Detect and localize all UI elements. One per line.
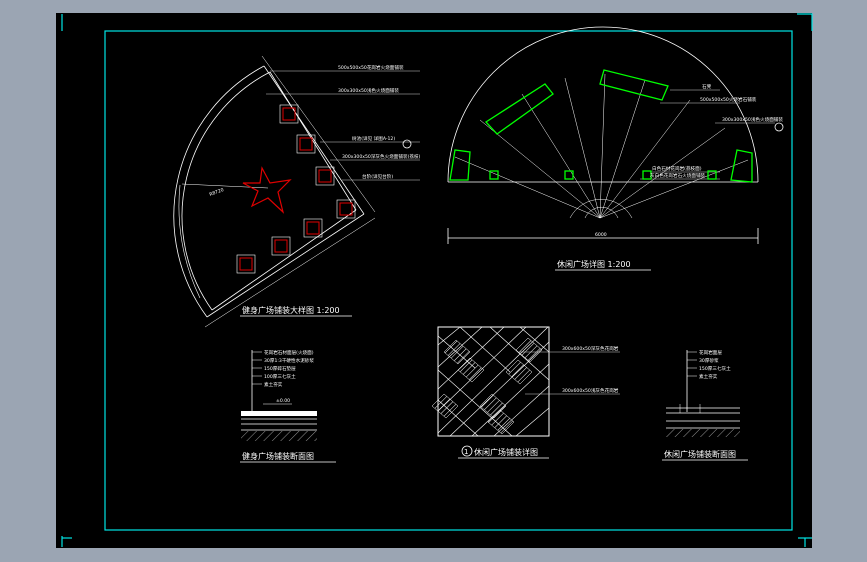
leisure-width-label: 6000 [595, 232, 607, 238]
leisure-label-5: 灰白色花岗岩石火烧面铺装 [650, 172, 706, 179]
leisure-label-3: 300x300x50浅色火烧面铺装 [722, 116, 783, 123]
leisure-section-layer-4: 素土夯实 [699, 373, 718, 380]
leisure-plan-title: 休闲广场详图 1:200 [557, 259, 631, 269]
fitness-label-1: 500x500x50花岗岩火烧面铺装 [338, 64, 404, 71]
fitness-label-4: 300x300x50深灰色火烧面铺装(荔枝) [342, 153, 421, 160]
leisure-section-layer-2: 30厚砂浆 [699, 357, 719, 364]
fitness-section-title: 健身广场铺装断面图 [242, 451, 314, 461]
fitness-section-layer-2: 30厚1:3干硬性水泥砂浆 [264, 357, 314, 364]
fitness-section-layer-5: 素土夯实 [264, 381, 283, 388]
drawing-sheet [56, 13, 812, 548]
fitness-section-level: ±0.00 [276, 398, 290, 404]
leisure-section-layer-1: 花岗岩面层 [699, 349, 722, 356]
fitness-section-layer-1: 花岗岩石材面层(火烧面) [264, 349, 314, 356]
leisure-paving-pattern [431, 326, 550, 437]
pattern-label-2: 300x600x50浅灰色花岗岩 [562, 387, 619, 394]
leisure-section-layer-3: 150厚三七灰土 [699, 365, 731, 372]
pattern-index-mark: 1 [464, 448, 468, 456]
fitness-section-layer-3: 150厚碎石垫层 [264, 365, 296, 372]
pattern-title: 休闲广场铺装详图 [474, 447, 538, 457]
leisure-label-2: 500x500x50火烧岩石铺装 [700, 96, 757, 103]
fitness-label-2: 300x300x50浅色火烧面铺装 [338, 87, 399, 94]
leisure-section-title: 休闲广场铺装断面图 [664, 449, 736, 459]
leisure-label-4: 白色石材花岗岩(荔枝面) [652, 165, 702, 172]
cad-drawing-canvas: 500x500x50花岗岩火烧面铺装 300x300x50浅色火烧面铺装 树池(… [56, 13, 813, 548]
fitness-label-5: 台阶(详见台阶) [362, 173, 393, 180]
fitness-section-layer-4: 100厚三七灰土 [264, 373, 296, 380]
fitness-label-3: 树池(详见 详图A-12) [352, 135, 395, 142]
leisure-label-1: 石凳 [702, 83, 712, 90]
fitness-plan-title: 健身广场铺装大样图 1:200 [242, 305, 340, 315]
pattern-label-1: 300x600x50深灰色花岗岩 [562, 345, 619, 352]
